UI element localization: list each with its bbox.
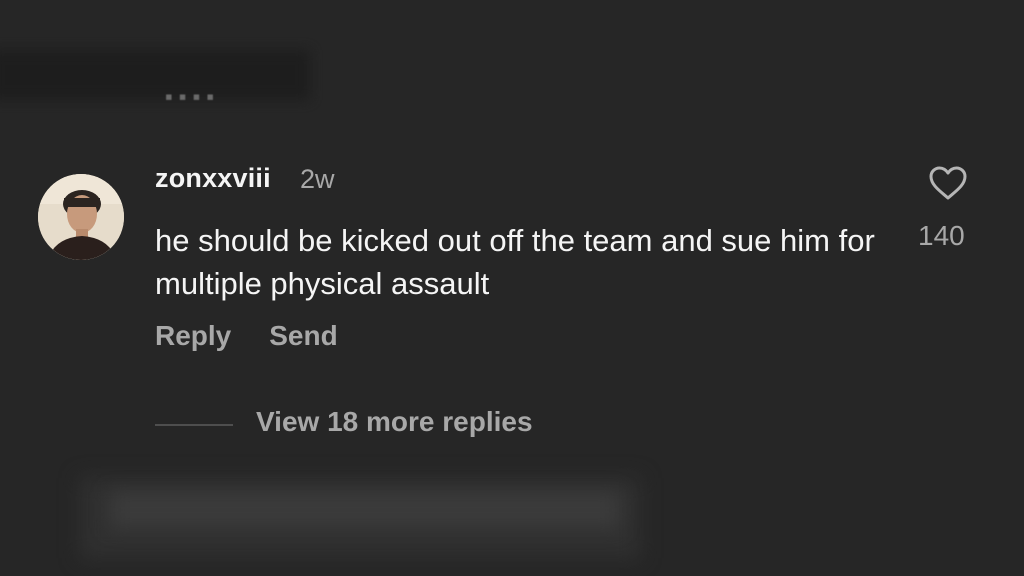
replies-divider [155,424,233,426]
comment-timestamp: 2w [300,164,335,194]
reply-button[interactable]: Reply [155,320,231,352]
avatar[interactable] [38,174,124,260]
comment-actions: Reply Send [155,320,338,352]
comment-username[interactable]: zonxxviii [155,163,271,194]
comment-text: he should be kicked out off the team and… [155,223,875,301]
like-count: 140 [918,220,965,251]
blurred-previous-reply-link: ▪▪▪▪ [165,92,235,102]
view-more-replies-button[interactable]: View 18 more replies [256,406,533,438]
send-button[interactable]: Send [269,320,337,352]
blurred-previous-comment [0,50,310,100]
blurred-next-comment-text [110,492,620,528]
heart-outline-icon[interactable] [928,165,968,201]
